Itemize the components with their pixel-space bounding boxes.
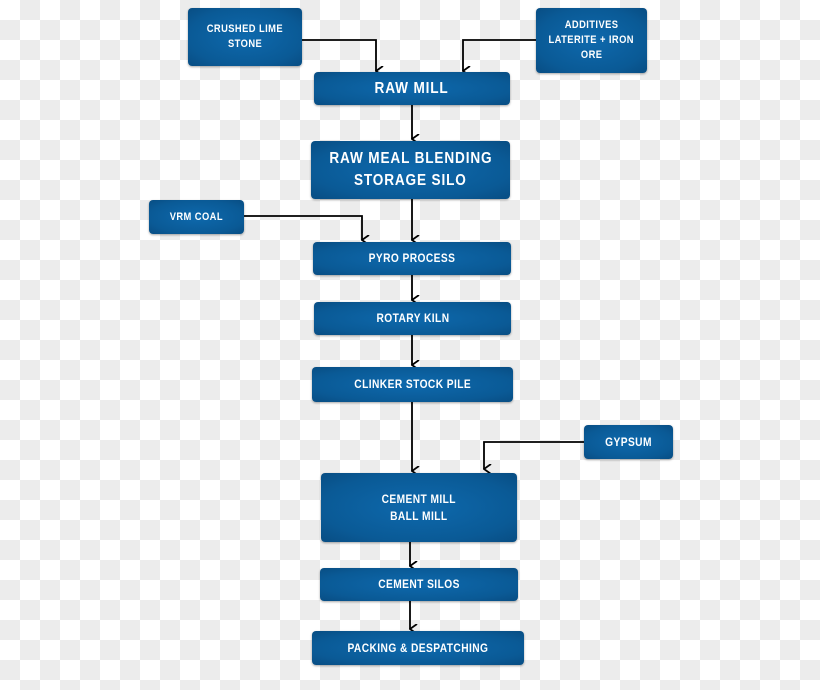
node-raw-mill: RAW MILL — [314, 72, 510, 105]
node-label: GYPSUM — [605, 434, 652, 449]
node-additives: ADDITIVES LATERITE + IRON ORE — [536, 8, 647, 73]
node-label: CLINKER STOCK PILE — [354, 377, 471, 392]
node-label: CRUSHED LIME — [206, 23, 284, 36]
node-packing-despatching: PACKING & DESPATCHING — [312, 631, 524, 665]
node-label: CEMENT MILL — [381, 492, 457, 507]
node-raw-meal-blending: RAW MEAL BLENDING STORAGE SILO — [311, 141, 510, 199]
arrow-crushed-to-rawmill — [302, 39, 376, 71]
node-label: RAW MILL — [374, 79, 450, 97]
node-label: PACKING & DESPATCHING — [347, 640, 489, 655]
node-label: CEMENT SILOS — [378, 577, 460, 592]
node-label: RAW MEAL BLENDING — [328, 150, 493, 168]
node-label: ORE — [580, 48, 603, 61]
node-label: STONE — [227, 38, 263, 50]
node-rotary-kiln: ROTARY KILN — [314, 302, 511, 335]
node-vrm-coal: VRM COAL — [149, 200, 244, 234]
arrow-gypsum-to-cementmill — [484, 441, 584, 469]
node-label: PYRO PROCESS — [368, 251, 456, 266]
node-cement-mill: CEMENT MILL BALL MILL — [321, 473, 517, 542]
node-clinker-stock-pile: CLINKER STOCK PILE — [312, 367, 513, 402]
node-gypsum: GYPSUM — [584, 425, 673, 459]
arrow-additives-to-rawmill — [463, 39, 536, 71]
node-label: ROTARY KILN — [375, 311, 450, 326]
node-label: STORAGE SILO — [354, 172, 467, 189]
node-label: LATERITE + IRON — [548, 34, 635, 47]
node-cement-silos: CEMENT SILOS — [320, 568, 518, 601]
node-label: BALL MILL — [390, 508, 448, 523]
node-label: ADDITIVES — [564, 19, 619, 32]
arrow-vrmcoal-to-pyro — [244, 215, 362, 240]
node-label: VRM COAL — [169, 210, 224, 223]
node-crushed-lime-stone: CRUSHED LIME STONE — [188, 8, 302, 66]
node-pyro-process: PYRO PROCESS — [313, 242, 511, 275]
